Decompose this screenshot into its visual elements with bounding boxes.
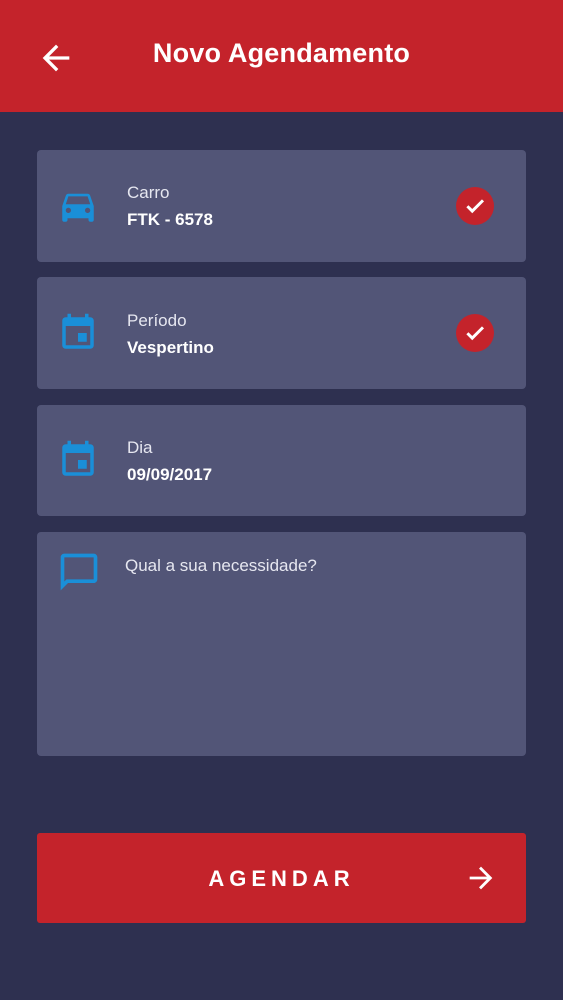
check-icon [456,187,494,225]
car-select-card[interactable]: Carro FTK - 6578 [37,150,526,262]
calendar-icon [57,439,99,481]
need-card [37,532,526,756]
calendar-icon [57,312,99,354]
app-bar: Novo Agendamento [0,0,563,112]
schedule-button[interactable]: AGENDAR [37,833,526,923]
schedule-button-label: AGENDAR [208,866,355,891]
car-value: FTK - 6578 [127,210,213,229]
check-icon [456,314,494,352]
page-title: Novo Agendamento [152,38,411,68]
day-label: Dia [127,438,153,457]
period-label: Período [127,311,187,330]
arrow-forward-icon [469,866,493,890]
car-label: Carro [127,183,170,202]
need-input[interactable] [125,556,505,736]
app-screen: Novo Agendamento Carro FTK - 6578 Períod… [0,0,563,1000]
period-value: Vespertino [127,338,214,357]
period-select-card[interactable]: Período Vespertino [37,277,526,389]
message-icon [57,550,101,594]
car-icon [57,185,99,227]
day-select-card[interactable]: Dia 09/09/2017 [37,405,526,516]
day-value: 09/09/2017 [127,465,213,484]
